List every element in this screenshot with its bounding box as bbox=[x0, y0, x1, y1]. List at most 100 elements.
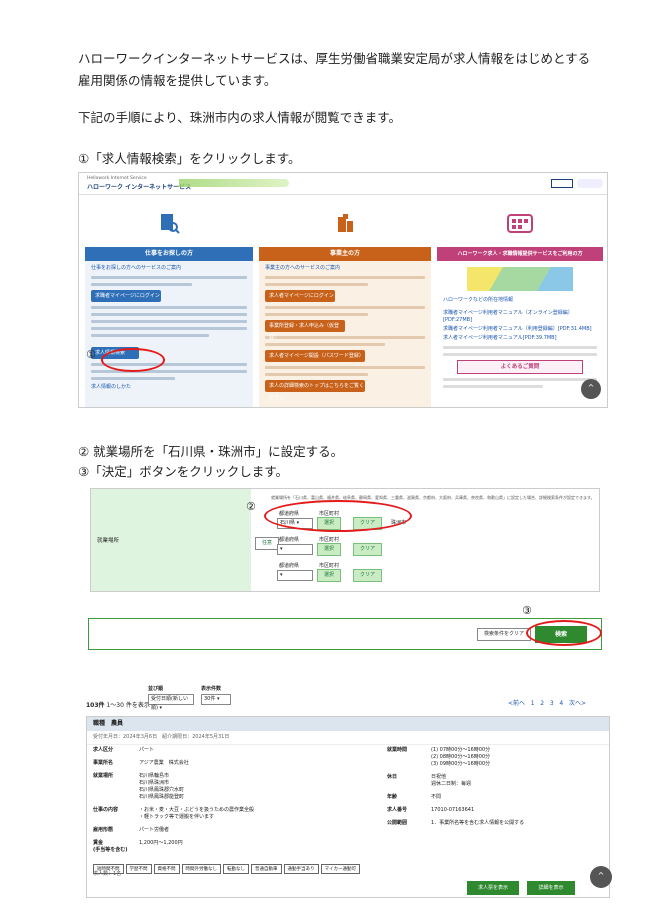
job-card: 職種 農員 受付年月日：2024年3月6日 紹介期限日：2024年5月31日 求… bbox=[86, 716, 610, 898]
job-seeker-column: 仕事をお探しの方 仕事をお探しの方へのサービスのご案内 求職者マイページにログイ… bbox=[85, 199, 253, 407]
link-manual-registration[interactable]: 求職者マイページ利用者マニュアル（利用登録編）[PDF:31.4MB] bbox=[443, 326, 597, 333]
detail-value: ・お米・麦・大豆・ぶどうを扱うための農作業全般 ・軽トラック等で運搬を伴います bbox=[139, 807, 255, 820]
job-tag: 転勤なし bbox=[223, 864, 249, 874]
city-select-button-3[interactable]: 選択 bbox=[317, 569, 342, 582]
brand-jp[interactable]: ハローワーク インターネットサービス bbox=[87, 182, 191, 191]
job-seeker-login-button[interactable]: 求職者マイページにログイン bbox=[91, 290, 161, 302]
search-doc-icon bbox=[161, 214, 180, 234]
employer-register-button[interactable]: 事業所登録・求人申込み（仮登録） bbox=[265, 320, 345, 341]
step-2-instruction: ② 就業場所を「石川県・珠洲市」に設定する。 bbox=[78, 444, 344, 459]
highlight-decide bbox=[526, 620, 602, 646]
sort-select[interactable]: 受付日順(新しい順) ▾ bbox=[148, 694, 194, 711]
pager-page-3[interactable]: 3 bbox=[550, 700, 554, 707]
job-tag: 普通自動車 bbox=[251, 864, 282, 874]
city-clear-button-3[interactable]: クリア bbox=[353, 569, 383, 582]
location-label: 就業場所 bbox=[97, 538, 120, 544]
job-tag: マイカー通勤可 bbox=[320, 864, 360, 874]
result-count: 103件 1～30 件を表示 bbox=[86, 700, 150, 709]
per-page-select[interactable]: 30件 ▾ bbox=[201, 694, 231, 705]
pager-next[interactable]: 次へ> bbox=[569, 700, 586, 707]
pref-label-2: 都道府県 bbox=[279, 537, 300, 543]
applicant-count: 求人数：1名 bbox=[93, 871, 122, 877]
detail-value: 17010-07163641 bbox=[431, 807, 475, 813]
detail-value: 日祝他 週休二日制：毎週 bbox=[431, 774, 472, 787]
result-count-number: 103件 bbox=[86, 702, 105, 709]
pager: <前へ 1 2 3 4 次へ> bbox=[508, 698, 586, 707]
show-job-sheet-button[interactable]: 求人票を表示 bbox=[467, 881, 519, 895]
job-tag: 時間外労働なし bbox=[181, 864, 221, 874]
sort-label: 並び順 bbox=[148, 686, 164, 692]
step-1-instruction: ①「求人情報検索」をクリックします。 bbox=[78, 151, 301, 166]
map-illustration bbox=[467, 267, 573, 291]
faq-button[interactable]: よくあるご質問 bbox=[457, 360, 583, 374]
pagetop-button-2[interactable]: ^ bbox=[590, 866, 612, 888]
detail-key: 雇用形態 bbox=[93, 827, 114, 833]
marker-2: ② bbox=[246, 500, 256, 513]
pref-label-3: 都道府県 bbox=[279, 563, 300, 569]
city-select-button-2[interactable]: 選択 bbox=[317, 543, 342, 556]
show-detail-button[interactable]: 詳細を表示 bbox=[527, 881, 575, 895]
detail-key: 賃金 (手当等を含む) bbox=[93, 840, 128, 853]
job-tags: 短時間不問 学歴不問 資格不問 時間外労働なし 転勤なし 普通自動車 通勤手当あり マイカー通… bbox=[93, 855, 362, 874]
highlight-location bbox=[264, 500, 412, 532]
detail-value: アジア農業 株式会社 bbox=[139, 760, 189, 766]
settings-icon[interactable] bbox=[551, 179, 573, 188]
detail-value: 1．事業所名等を含む求人情報を公開する bbox=[431, 820, 525, 826]
link-employer-services[interactable]: 事業主の方へのサービスのご案内 bbox=[265, 265, 425, 272]
pager-page-1[interactable]: 1 bbox=[531, 700, 535, 707]
clear-conditions-button[interactable]: 検索条件をクリア bbox=[477, 628, 532, 641]
job-tag: 通勤手当あり bbox=[283, 864, 319, 874]
received-date: 受付年月日：2024年3月6日 紹介期限日：2024年5月31日 bbox=[87, 731, 609, 745]
employer-detail-search-button[interactable]: 求人の詳細検索のトップはこちらをご覧ください bbox=[265, 380, 365, 401]
sort-value: 受付日順(新しい順) bbox=[151, 696, 188, 711]
location-label-cell: 就業場所 bbox=[91, 489, 251, 591]
link-manual-online[interactable]: 求職者マイページ利用者マニュアル（オンライン登録編）[PDF:27MB] bbox=[443, 310, 597, 324]
detail-value: パート bbox=[139, 747, 155, 753]
detail-key: 求人番号 bbox=[387, 807, 408, 813]
employer-password-button[interactable]: 求人者マイページ開設（パスワード登録） bbox=[265, 350, 365, 362]
pager-page-4[interactable]: 4 bbox=[559, 700, 563, 707]
job-tag: 学歴不問 bbox=[125, 864, 152, 874]
mhlw-logo-icon bbox=[577, 179, 603, 188]
pref-select-3[interactable]: ▾ bbox=[277, 570, 313, 581]
per-page-value: 30件 bbox=[204, 696, 216, 702]
employer-column: 事業主の方 事業主の方へのサービスのご案内 求人者マイページにログイン 事業所登… bbox=[259, 199, 431, 407]
detail-value: 1,200円〜1,200円 bbox=[139, 840, 183, 846]
detail-key: 就業場所 bbox=[93, 773, 114, 779]
detail-key: 事業所名 bbox=[93, 760, 114, 766]
result-range: 1～30 件を表示 bbox=[106, 702, 150, 709]
hellowork-service-title: ハローワーク求人・求職情報提供サービスをご利用の方 bbox=[437, 247, 603, 261]
detail-key: 年齢 bbox=[387, 794, 398, 800]
step-3-instruction: ③「決定」ボタンをクリックします。 bbox=[78, 464, 288, 479]
detail-key: 休日 bbox=[387, 774, 398, 780]
pager-page-2[interactable]: 2 bbox=[540, 700, 544, 707]
city-clear-button-2[interactable]: クリア bbox=[353, 543, 383, 556]
detail-key: 就業時間 bbox=[387, 747, 408, 753]
employer-login-button[interactable]: 求人者マイページにログイン bbox=[265, 290, 335, 302]
add-location-button[interactable]: 任意 bbox=[255, 537, 280, 550]
screenshot-results: 103件 1～30 件を表示 並び順 受付日順(新しい順) ▾ 表示件数 30件… bbox=[86, 684, 610, 898]
hellowork-service-header bbox=[437, 199, 603, 247]
link-how-to-search[interactable]: 求人情報のしかた bbox=[91, 384, 247, 391]
link-job-seeker-services[interactable]: 仕事をお探しの方へのサービスのご案内 bbox=[91, 265, 247, 272]
pager-prev[interactable]: <前へ bbox=[508, 700, 525, 707]
hellowork-service-column: ハローワーク求人・求職情報提供サービスをご利用の方 ハローワークなどの所在地情報… bbox=[437, 199, 603, 407]
pref-select-2[interactable]: ▾ bbox=[277, 544, 313, 555]
job-title-bar: 職種 農員 bbox=[87, 717, 609, 731]
detail-value: 石川県輪島市 石川県珠洲市 石川県鳳珠郡穴水町 石川県鳳珠郡能登町 bbox=[139, 773, 185, 800]
job-tag: 資格不問 bbox=[153, 864, 180, 874]
employer-title: 事業主の方 bbox=[259, 247, 431, 261]
employer-header bbox=[259, 199, 431, 247]
marker-3: ③ bbox=[522, 604, 532, 617]
pagetop-button-1[interactable]: ^ bbox=[581, 379, 601, 399]
building-icon bbox=[338, 214, 353, 232]
detail-value: 不問 bbox=[431, 794, 442, 800]
marker-1: ① bbox=[86, 348, 96, 361]
link-office-locations[interactable]: ハローワークなどの所在地情報 bbox=[443, 297, 597, 304]
screenshot-top-page: Hellowork Internet Service ハローワーク インターネッ… bbox=[78, 172, 608, 408]
link-manual-employer[interactable]: 求人者マイページ利用者マニュアル[PDF:39.7MB] bbox=[443, 335, 597, 342]
highlight-job-search bbox=[101, 348, 165, 372]
grid-icon bbox=[507, 214, 533, 233]
detail-key: 公開範囲 bbox=[387, 820, 408, 826]
intro-paragraph-1: ハローワークインターネットサービスは、厚生労働省職業安定局が求人情報をはじめとす… bbox=[78, 51, 591, 88]
